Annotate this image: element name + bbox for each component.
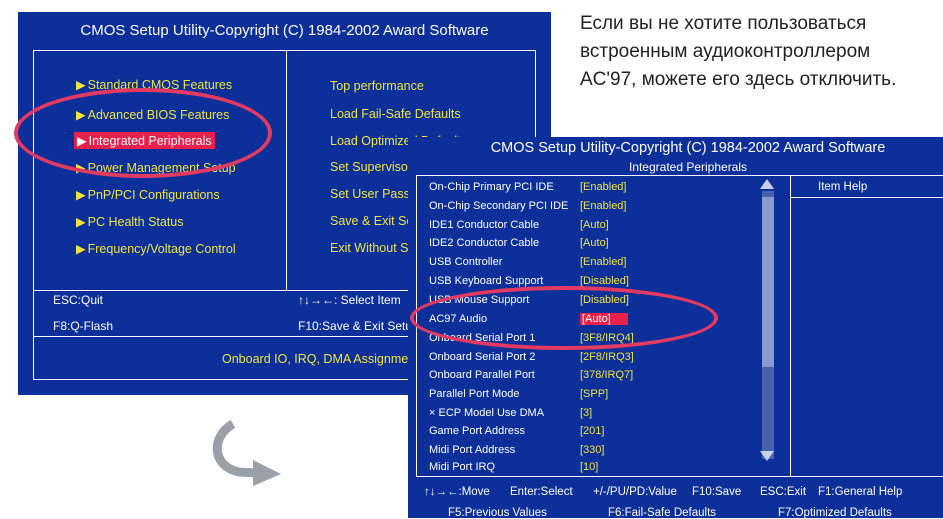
key-hint-optimized: F7:Optimized Defaults [778,507,892,519]
setting-value[interactable]: [201] [580,425,604,437]
item-help-heading: Item Help [818,181,868,193]
triangle-right-icon: ▶ [76,242,86,256]
setting-value[interactable]: [Disabled] [580,275,629,287]
setting-label: IDE1 Conductor Cable [429,219,540,231]
setting-label: Onboard Serial Port 2 [429,351,536,363]
setting-value[interactable]: [SPP] [580,388,608,400]
key-hint-move: ↑↓→←:Move [424,486,490,498]
setting-label: USB Controller [429,256,503,268]
setting-value[interactable]: [3] [580,407,592,419]
setting-label: Midi Port Address [429,444,516,456]
triangle-right-icon: ▶ [76,78,86,92]
menu-item-pc-health[interactable]: ▶ PC Health Status [76,214,184,229]
key-hint-select: ↑↓→←: Select Item [298,293,401,307]
item-description: Onboard IO, IRQ, DMA Assignment [222,352,419,366]
menu-item-pnp-pci[interactable]: ▶ PnP/PCI Configurations [76,187,220,202]
setting-value[interactable]: [2F8/IRQ3] [580,351,634,363]
key-hint-save: F10:Save [692,486,742,498]
caption-line: AC'97, можете его здесь отключить. [580,69,897,90]
key-hint-enter: Enter:Select [510,486,573,498]
menu-item-top-performance[interactable]: Top performance [330,79,424,93]
caption-line: встроенным аудиоконтроллером [580,41,871,62]
bios-title: CMOS Setup Utility-Copyright (C) 1984-20… [490,140,886,156]
key-hint-exit: ESC:Exit [760,486,807,498]
triangle-right-icon: ▶ [76,215,86,229]
scrollbar-thumb[interactable] [762,197,774,367]
setting-label: Parallel Port Mode [429,388,520,400]
setting-value[interactable]: [Enabled] [580,200,626,212]
menu-item-frequency-voltage[interactable]: ▶ Frequency/Voltage Control [76,241,236,256]
bios-title: CMOS Setup Utility-Copyright (C) 1984-20… [80,22,489,39]
caption-line: Если вы не хотите пользоваться [580,13,867,34]
key-hint-value: +/-/PU/PD:Value [593,486,677,498]
triangle-right-icon: ▶ [76,188,86,202]
help-header-divider [790,197,943,198]
highlight-ellipse [14,88,272,178]
menu-item-load-fail-safe[interactable]: Load Fail-Safe Defaults [330,107,461,121]
setting-value[interactable]: [378/IRQ7] [580,369,633,381]
setting-label: Game Port Address [429,425,525,437]
setting-value[interactable]: [Auto] [580,219,609,231]
setting-value[interactable]: [Enabled] [580,181,626,193]
page-subtitle: Integrated Peripherals [628,160,748,174]
key-hint-save-exit: F10:Save & Exit Setup [298,319,419,333]
key-hint-general-help: F1:General Help [818,486,903,498]
setting-value[interactable]: [10] [580,461,598,473]
setting-label: Onboard Parallel Port [429,369,535,381]
setting-label: Midi Port IRQ [429,461,496,473]
setting-label: × ECP Model Use DMA [429,407,545,419]
scroll-down-arrow-icon[interactable] [760,451,774,461]
key-hint-previous-values: F5:Previous Values [448,507,547,519]
setting-label: USB Keyboard Support [429,275,544,287]
setting-label: IDE2 Conductor Cable [429,237,540,249]
setting-value[interactable]: [330] [580,444,604,456]
scroll-up-arrow-icon[interactable] [760,179,774,189]
key-hint-esc: ESC:Quit [53,293,104,307]
curved-arrow-icon [212,420,281,486]
help-divider [790,175,791,477]
setting-label: On-Chip Secondary PCI IDE [429,200,569,212]
setting-value[interactable]: [Auto] [580,237,609,249]
caption-text: Если вы не хотите пользоваться встроенны… [580,10,943,94]
highlight-ellipse [410,286,718,350]
menu-divider [286,50,287,290]
key-hint-qflash: F8:Q-Flash [53,319,114,333]
setting-value[interactable]: [Enabled] [580,256,626,268]
key-hint-fail-safe: F6:Fail-Safe Defaults [608,507,717,519]
setting-label: On-Chip Primary PCI IDE [429,181,554,193]
